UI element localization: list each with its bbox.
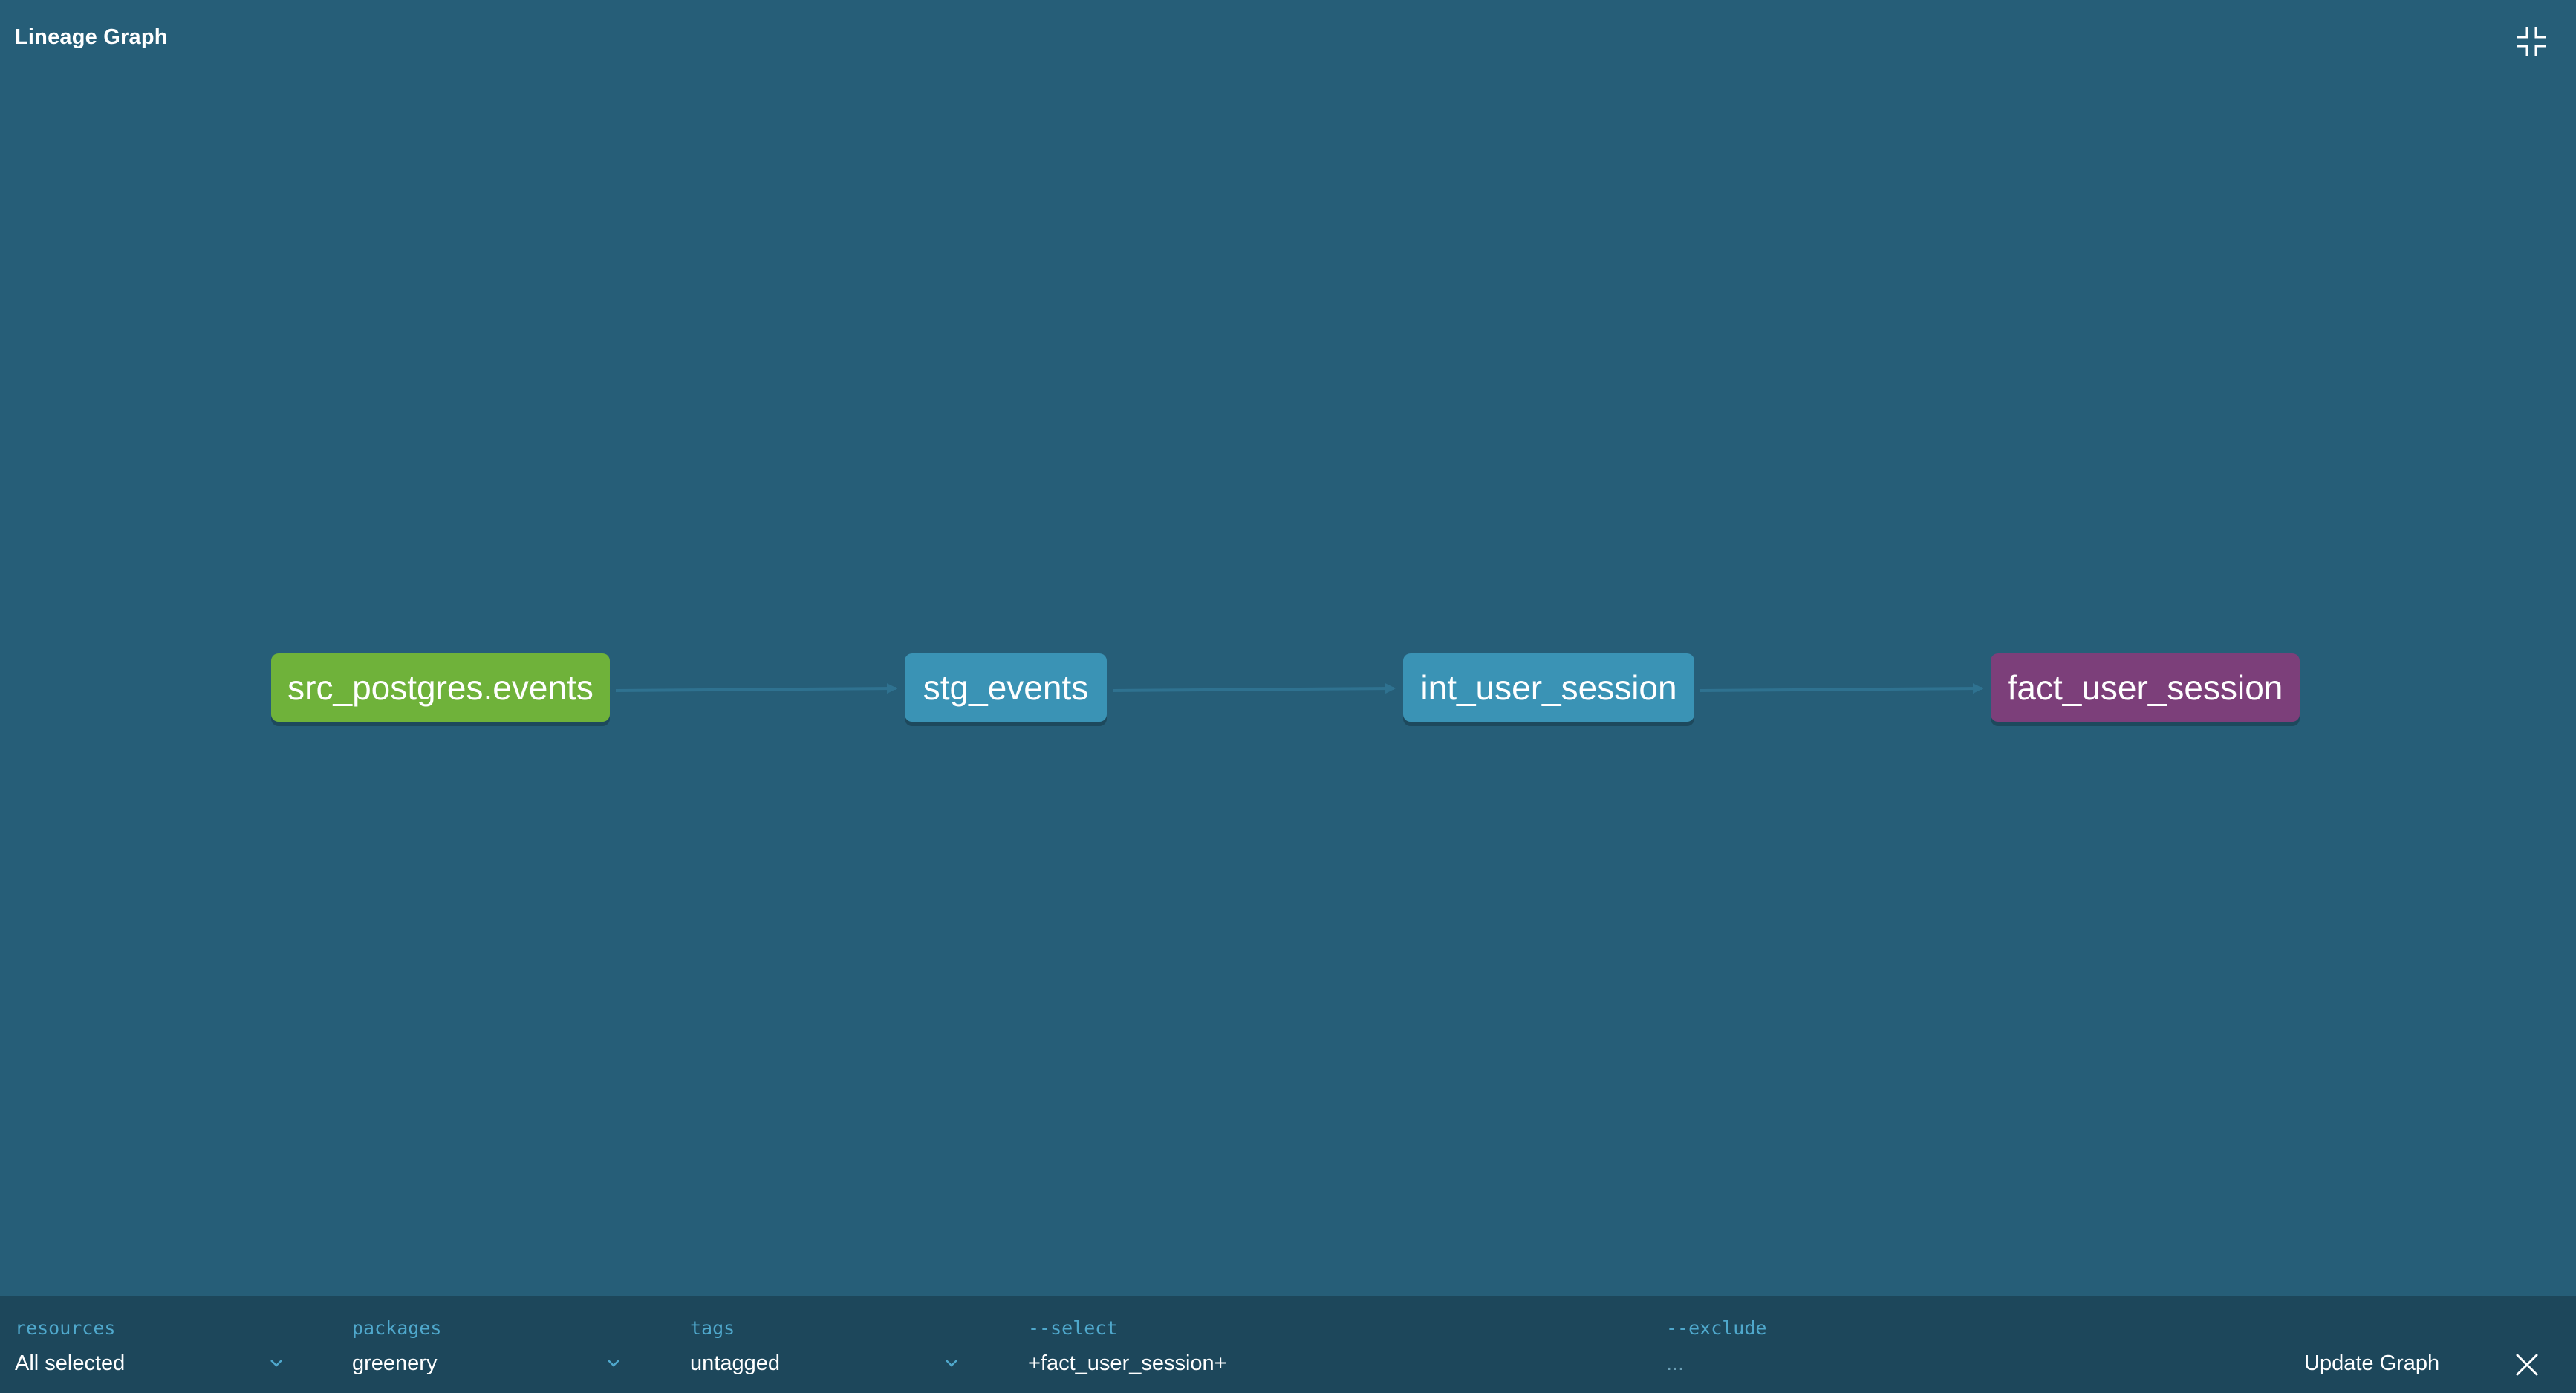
- chevron-down-icon: [946, 1360, 957, 1367]
- chevron-down-icon: [270, 1360, 282, 1367]
- tags-select[interactable]: tags untagged: [690, 1296, 965, 1393]
- graph-node-fact-user-session[interactable]: fact_user_session: [1991, 653, 2300, 722]
- packages-select[interactable]: packages greenery: [352, 1296, 627, 1393]
- select-input[interactable]: --select +fact_user_session+: [1028, 1296, 1622, 1393]
- close-icon[interactable]: [2515, 1353, 2539, 1377]
- tags-label: tags: [690, 1317, 735, 1339]
- graph-node-stg-events[interactable]: stg_events: [905, 653, 1107, 722]
- edge-src-stg: [615, 683, 897, 694]
- lineage-graph-panel: Lineage Graph src_postgres.events stg_ev…: [0, 0, 2576, 1393]
- edge-stg-int: [1112, 683, 1396, 694]
- resources-select[interactable]: resources All selected: [15, 1296, 290, 1393]
- graph-canvas[interactable]: src_postgres.events stg_events int_user_…: [0, 0, 2576, 1296]
- exclude-placeholder: ...: [1666, 1351, 1685, 1375]
- exclude-label: --exclude: [1666, 1317, 1767, 1339]
- select-label: --select: [1028, 1317, 1118, 1339]
- edge-int-fact: [1700, 683, 1983, 694]
- graph-node-int-user-session[interactable]: int_user_session: [1403, 653, 1694, 722]
- graph-node-src-postgres-events[interactable]: src_postgres.events: [271, 653, 610, 722]
- graph-filter-bar: resources All selected packages greenery…: [0, 1296, 2576, 1393]
- packages-label: packages: [352, 1317, 442, 1339]
- packages-value: greenery: [352, 1351, 438, 1375]
- graph-edges: [615, 683, 1983, 694]
- resources-label: resources: [15, 1317, 116, 1339]
- resources-value: All selected: [15, 1351, 126, 1375]
- exclude-input[interactable]: --exclude ...: [1666, 1296, 2260, 1393]
- tags-value: untagged: [690, 1351, 780, 1375]
- select-value: +fact_user_session+: [1028, 1351, 1227, 1375]
- update-graph-button[interactable]: Update Graph: [2304, 1351, 2439, 1376]
- chevron-down-icon: [608, 1360, 619, 1367]
